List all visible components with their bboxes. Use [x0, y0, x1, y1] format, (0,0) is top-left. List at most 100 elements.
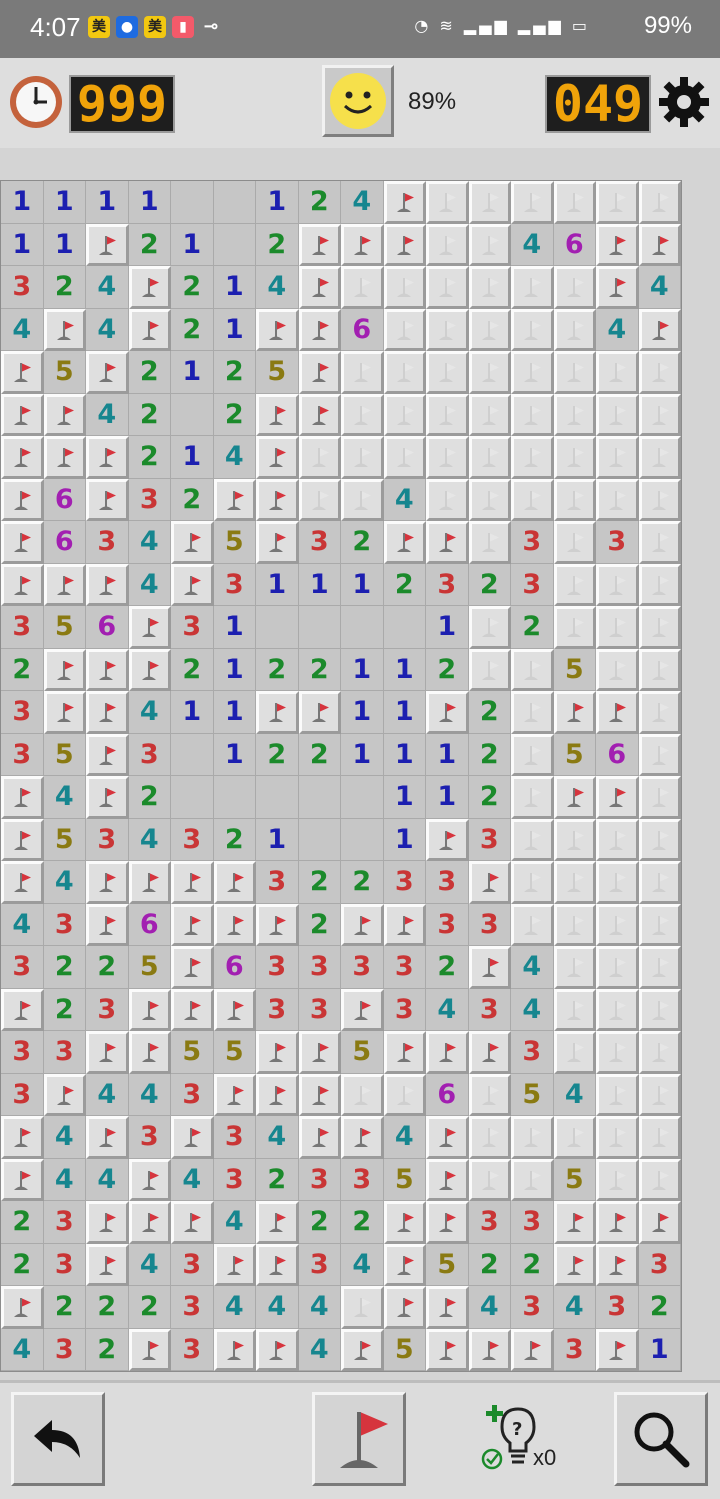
cell-number[interactable]: 2: [298, 903, 341, 946]
cell-flag[interactable]: [86, 563, 129, 606]
cell-number[interactable]: 4: [553, 1073, 596, 1116]
cell-number[interactable]: 3: [86, 521, 129, 564]
cell-number[interactable]: 5: [511, 1073, 554, 1116]
cell-empty[interactable]: [171, 733, 214, 776]
cell-flag[interactable]: [1, 563, 44, 606]
cell-flag[interactable]: [553, 691, 596, 734]
cell-number[interactable]: 2: [1, 1201, 44, 1244]
cell-flag[interactable]: [128, 606, 171, 649]
cell-flag[interactable]: [341, 1328, 384, 1371]
cell-unrevealed[interactable]: [383, 266, 426, 309]
cell-number[interactable]: 3: [128, 478, 171, 521]
cell-number[interactable]: 4: [1, 308, 44, 351]
cell-unrevealed[interactable]: [341, 1073, 384, 1116]
cell-flag[interactable]: [1, 436, 44, 479]
cell-unrevealed[interactable]: [468, 351, 511, 394]
cell-flag[interactable]: [171, 946, 214, 989]
cell-flag[interactable]: [128, 861, 171, 904]
cell-flag[interactable]: [86, 1243, 129, 1286]
cell-number[interactable]: 1: [1, 181, 44, 224]
cell-number[interactable]: 3: [298, 988, 341, 1031]
cell-empty[interactable]: [256, 776, 299, 819]
cell-number[interactable]: 3: [43, 1243, 86, 1286]
cell-empty[interactable]: [341, 818, 384, 861]
cell-number[interactable]: 3: [426, 563, 469, 606]
cell-number[interactable]: 2: [213, 393, 256, 436]
cell-unrevealed[interactable]: [596, 181, 639, 224]
cell-unrevealed[interactable]: [511, 691, 554, 734]
cell-number[interactable]: 3: [171, 1328, 214, 1371]
cell-number[interactable]: 2: [468, 691, 511, 734]
cell-flag[interactable]: [596, 691, 639, 734]
cell-number[interactable]: 2: [341, 861, 384, 904]
cell-unrevealed[interactable]: [553, 818, 596, 861]
cell-flag[interactable]: [383, 1286, 426, 1329]
cell-number[interactable]: 1: [341, 733, 384, 776]
cell-unrevealed[interactable]: [426, 223, 469, 266]
cell-flag[interactable]: [1, 776, 44, 819]
cell-number[interactable]: 4: [256, 266, 299, 309]
cell-flag[interactable]: [426, 1116, 469, 1159]
cell-number[interactable]: 4: [341, 1243, 384, 1286]
cell-number[interactable]: 2: [298, 733, 341, 776]
cell-unrevealed[interactable]: [553, 988, 596, 1031]
cell-unrevealed[interactable]: [553, 1116, 596, 1159]
cell-flag[interactable]: [256, 393, 299, 436]
cell-number[interactable]: 3: [128, 1116, 171, 1159]
cell-number[interactable]: 1: [1, 223, 44, 266]
cell-flag[interactable]: [553, 1243, 596, 1286]
cell-number[interactable]: 3: [256, 988, 299, 1031]
cell-number[interactable]: 4: [553, 1286, 596, 1329]
cell-flag[interactable]: [341, 1116, 384, 1159]
cell-unrevealed[interactable]: [468, 436, 511, 479]
cell-unrevealed[interactable]: [426, 436, 469, 479]
cell-number[interactable]: 3: [43, 1031, 86, 1074]
cell-number[interactable]: 3: [383, 861, 426, 904]
cell-number[interactable]: 1: [341, 648, 384, 691]
cell-flag[interactable]: [256, 1243, 299, 1286]
cell-unrevealed[interactable]: [553, 436, 596, 479]
cell-flag[interactable]: [86, 648, 129, 691]
cell-empty[interactable]: [298, 818, 341, 861]
cell-number[interactable]: 3: [468, 903, 511, 946]
cell-number[interactable]: 3: [256, 946, 299, 989]
cell-unrevealed[interactable]: [426, 351, 469, 394]
cell-unrevealed[interactable]: [596, 606, 639, 649]
cell-flag[interactable]: [43, 691, 86, 734]
cell-number[interactable]: 4: [128, 691, 171, 734]
cell-number[interactable]: 3: [341, 1158, 384, 1201]
cell-unrevealed[interactable]: [553, 351, 596, 394]
cell-unrevealed[interactable]: [638, 818, 681, 861]
cell-flag[interactable]: [213, 478, 256, 521]
cell-number[interactable]: 3: [213, 1158, 256, 1201]
cell-number[interactable]: 4: [256, 1286, 299, 1329]
cell-flag[interactable]: [128, 988, 171, 1031]
cell-unrevealed[interactable]: [596, 478, 639, 521]
cell-number[interactable]: 5: [213, 521, 256, 564]
cell-number[interactable]: 2: [468, 733, 511, 776]
cell-number[interactable]: 1: [426, 606, 469, 649]
cell-unrevealed[interactable]: [511, 351, 554, 394]
cell-flag[interactable]: [213, 1328, 256, 1371]
cell-unrevealed[interactable]: [638, 351, 681, 394]
cell-number[interactable]: 2: [1, 1243, 44, 1286]
cell-empty[interactable]: [256, 606, 299, 649]
cell-flag[interactable]: [426, 818, 469, 861]
cell-number[interactable]: 2: [298, 861, 341, 904]
cell-number[interactable]: 2: [383, 563, 426, 606]
cell-empty[interactable]: [171, 181, 214, 224]
cell-number[interactable]: 5: [553, 1158, 596, 1201]
cell-unrevealed[interactable]: [426, 181, 469, 224]
cell-unrevealed[interactable]: [383, 1073, 426, 1116]
cell-flag[interactable]: [383, 1201, 426, 1244]
cell-unrevealed[interactable]: [298, 436, 341, 479]
cell-number[interactable]: 5: [43, 818, 86, 861]
cell-number[interactable]: 2: [638, 1286, 681, 1329]
cell-flag[interactable]: [256, 903, 299, 946]
cell-unrevealed[interactable]: [468, 648, 511, 691]
cell-number[interactable]: 6: [43, 478, 86, 521]
cell-number[interactable]: 2: [128, 393, 171, 436]
cell-number[interactable]: 3: [171, 1073, 214, 1116]
cell-number[interactable]: 6: [86, 606, 129, 649]
cell-number[interactable]: 2: [128, 351, 171, 394]
